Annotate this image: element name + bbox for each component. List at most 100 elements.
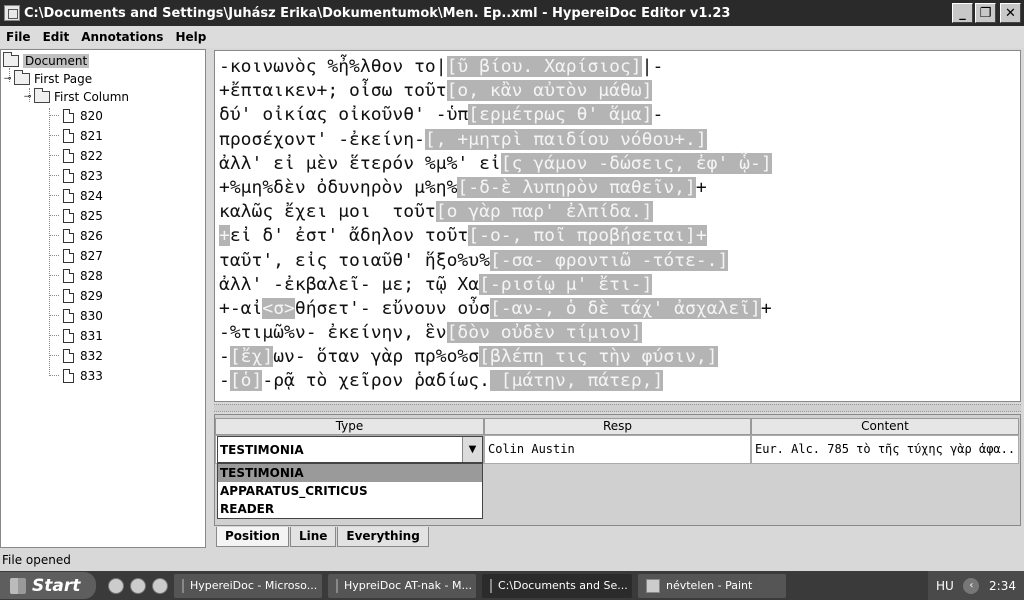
tree-leaf[interactable]: 828 <box>49 267 103 285</box>
title-bar: C:\Documents and Settings\Juhász Erika\D… <box>0 0 1024 26</box>
tree-leaf[interactable]: 829 <box>49 287 103 305</box>
vertical-splitter[interactable] <box>206 49 214 548</box>
highlighted-segment: + <box>219 225 230 247</box>
column-header-type[interactable]: Type <box>215 418 484 435</box>
text-segment: ταῦτ', εἰς τοιαῦθ' ἥξο%υ% <box>219 249 490 271</box>
language-indicator[interactable]: HU <box>936 579 954 593</box>
text-segment: -κοινωνὸς %ἦ%λθον το| <box>219 56 447 77</box>
text-line[interactable]: ταῦτ', εἰς τοιαῦθ' ἥξο%υ%[-σα- φροντιῶ -… <box>219 249 1020 273</box>
tree-leaf-label: 821 <box>80 129 103 143</box>
tree-leaf[interactable]: 827 <box>49 247 103 265</box>
text-line[interactable]: δύ' οἰκίας οἰκοῦνθ' -ὑπ[ερμέτρως θ' ἅμα]… <box>219 103 1020 127</box>
tree-node-first-column[interactable]: ⊸ First Column <box>23 88 129 106</box>
text-segment: -ρᾷ τὸ χεῖρον ῥαδίως. <box>262 370 490 392</box>
type-select[interactable]: TESTIMONIA ▼ <box>217 436 483 463</box>
collapse-toggle-icon[interactable]: ⊸ <box>3 74 12 84</box>
highlighted-segment: [, +μητρὶ παιδίου νόθου+.] <box>424 128 707 150</box>
tree-label-document: Document <box>23 54 90 68</box>
text-line[interactable]: -[ἔχ]ων- ὅταν γὰρ πρ%ο%σ[βλέπη τις τὴν φ… <box>219 345 1020 369</box>
tree-leaf[interactable]: 820 <box>49 107 103 125</box>
tree-leaf-label: 833 <box>80 369 103 383</box>
text-line[interactable]: προσέχοντ' -ἐκείνη-[, +μητρὶ παιδίου νόθ… <box>219 128 1020 152</box>
folder-open-icon <box>34 88 50 103</box>
text-segment: προσέχοντ' -ἐκείνη- <box>219 128 425 150</box>
tree-leaf[interactable]: 823 <box>49 167 103 185</box>
tab-line[interactable]: Line <box>289 527 337 547</box>
menu-bar: File Edit Annotations Help <box>0 26 1024 48</box>
menu-edit[interactable]: Edit <box>39 30 74 44</box>
tree-node-first-page[interactable]: ⊸ First Page <box>3 70 92 88</box>
word-icon <box>336 578 338 593</box>
text-line[interactable]: +%μη%δὲν ὀδυνηρὸν μ%η%[-δ-ὲ λυπηρὸν παθε… <box>219 176 1020 200</box>
menu-help[interactable]: Help <box>171 30 210 44</box>
tree-node-document[interactable]: Document <box>3 52 90 70</box>
text-segment: +-αἰ <box>219 297 263 319</box>
desktop-icon[interactable] <box>108 577 124 594</box>
tree-leaf[interactable]: 821 <box>49 127 103 145</box>
text-line[interactable]: καλῶς ἔχει μοι τοῦτ[ο γὰρ παρ' ἐλπίδα.] <box>219 200 1020 224</box>
text-segment: -%τιμῶ%ν- ἐκείνην, ἓν <box>219 322 447 344</box>
tree-leaf[interactable]: 822 <box>49 147 103 165</box>
highlighted-segment: [ὁ] <box>229 370 263 392</box>
text-segment: - <box>219 370 230 392</box>
text-line[interactable]: -κοινωνὸς %ἦ%λθον το|[ῦ βίου. Χαρίσιος]|… <box>219 55 1020 79</box>
menu-annotations[interactable]: Annotations <box>77 30 167 44</box>
highlighted-segment: [-αν-, ὁ δὲ τάχ' ἀσχαλεῖ] <box>489 297 761 319</box>
text-segment: |- <box>641 56 664 77</box>
text-line[interactable]: +ἔπταικεν+; οἶσω τοῦτ[ο, κἂν αὐτὸν μάθω] <box>219 79 1020 103</box>
media-player-icon[interactable] <box>152 577 168 594</box>
column-header-content[interactable]: Content <box>751 418 1019 435</box>
highlighted-segment: [ἔχ] <box>229 346 274 368</box>
highlighted-segment: [ο, κἂν αὐτὸν μάθω] <box>446 80 653 102</box>
dropdown-option-reader[interactable]: READER <box>218 500 482 518</box>
chevron-left-icon[interactable]: ‹ <box>963 577 980 594</box>
maximize-button[interactable]: ❐ <box>975 3 996 23</box>
text-line[interactable]: -%τιμῶ%ν- ἐκείνην, ἓν[δὸν οὐδὲν τίμιον] <box>219 321 1020 345</box>
tab-everything[interactable]: Everything <box>337 527 429 547</box>
tree-leaf-label: 823 <box>80 169 103 183</box>
tab-position[interactable]: Position <box>216 527 289 547</box>
document-tree[interactable]: Document ⊸ First Page ⊸ First Column 820… <box>0 49 206 548</box>
minimize-button[interactable]: _ <box>952 3 973 23</box>
tree-leaf[interactable]: 824 <box>49 187 103 205</box>
text-line[interactable]: +-αἰ<σ>θήσετ'- εὔνουν οὖσ[-αν-, ὁ δὲ τάχ… <box>219 297 1020 321</box>
filter-tabs: Position Line Everything <box>216 527 430 547</box>
tree-leaf[interactable]: 830 <box>49 307 103 325</box>
menu-file[interactable]: File <box>2 30 35 44</box>
text-line[interactable]: ἀλλ' -ἐκβαλεῖ- με; τῷ Χα[-ρισίῳ μ' ἔτι-] <box>219 273 1020 297</box>
start-button[interactable]: Start <box>0 572 96 599</box>
taskbar-item-hypereidoc-word[interactable]: HypereiDoc - Microso... <box>174 573 322 598</box>
dropdown-option-apparatus-criticus[interactable]: APPARATUS_CRITICUS <box>218 482 482 500</box>
tree-leaf-label: 829 <box>80 289 103 303</box>
taskbar-item-hypreidoc-at[interactable]: HypreiDoc AT-nak - M... <box>328 573 476 598</box>
text-editor[interactable]: -κοινωνὸς %ἦ%λθον το|[ῦ βίου. Χαρίσιος]|… <box>214 50 1021 402</box>
taskbar-item-editor[interactable]: C:\Documents and Se... <box>482 573 632 598</box>
dropdown-option-testimonia[interactable]: TESTIMONIA <box>218 464 482 482</box>
page-icon <box>63 369 74 383</box>
cell-content[interactable]: Eur. Alc. 785 τὸ τῆς τύχης γὰρ ἀφα... <box>751 435 1019 464</box>
tree-leaf[interactable]: 825 <box>49 207 103 225</box>
text-segment: + <box>695 176 707 198</box>
taskbar-item-paint[interactable]: névtelen - Paint <box>638 573 786 598</box>
browser-icon[interactable] <box>130 577 146 594</box>
tree-leaf[interactable]: 826 <box>49 227 103 245</box>
collapse-toggle-icon[interactable]: ⊸ <box>23 92 32 102</box>
text-line[interactable]: +εἰ δ' ἐστ' ἄδηλον τοῦτ[-ο-, ποῖ προβήσε… <box>219 224 1020 248</box>
page-icon <box>63 309 74 323</box>
tree-leaf-label: 820 <box>80 109 103 123</box>
text-segment: θήσετ'- εὔνουν οὖσ <box>294 297 490 319</box>
page-icon <box>63 169 74 183</box>
text-line[interactable]: -[ὁ]-ρᾷ τὸ χεῖρον ῥαδίως. [μάτην, πάτερ,… <box>219 369 1020 393</box>
column-header-resp[interactable]: Resp <box>484 418 751 435</box>
tree-leaf[interactable]: 832 <box>49 347 103 365</box>
page-icon <box>63 229 74 243</box>
text-line[interactable]: ἀλλ' εἰ μὲν ἕτερόν %μ%' εἰ[ς γάμον -δώσε… <box>219 152 1020 176</box>
chevron-down-icon[interactable]: ▼ <box>462 437 482 462</box>
tree-leaf[interactable]: 831 <box>49 327 103 345</box>
text-segment: - <box>652 104 664 126</box>
tree-leaf[interactable]: 833 <box>49 367 103 385</box>
close-button[interactable]: ✕ <box>1000 3 1021 23</box>
horizontal-splitter[interactable] <box>214 404 1021 412</box>
tree-leaf-label: 826 <box>80 229 103 243</box>
cell-resp[interactable]: Colin Austin <box>484 435 751 464</box>
